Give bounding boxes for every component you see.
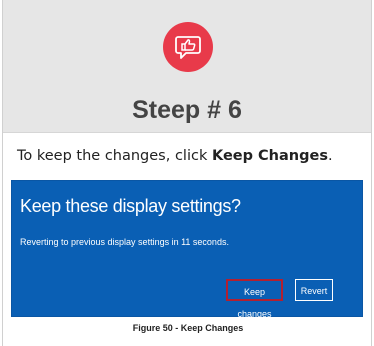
dialog-countdown-text: Reverting to previous display settings i… bbox=[20, 237, 229, 247]
instruction-text: To keep the changes, click Keep Changes. bbox=[17, 148, 374, 164]
step-header: Steep # 6 bbox=[3, 0, 371, 133]
instruction-emphasis: Keep Changes bbox=[211, 148, 328, 164]
instruction-suffix: . bbox=[327, 148, 333, 164]
step-badge bbox=[163, 22, 213, 72]
dialog-title: Keep these display settings? bbox=[20, 196, 241, 216]
display-settings-dialog: Keep these display settings? Reverting t… bbox=[11, 180, 363, 319]
step-title: Steep # 6 bbox=[132, 96, 242, 124]
revert-button[interactable]: Revert bbox=[295, 279, 333, 301]
thumbs-up-speech-bubble-icon bbox=[175, 36, 201, 59]
instruction-prefix: To keep the changes, click bbox=[17, 148, 212, 164]
figure-caption: Figure 50 - Keep Changes bbox=[132, 323, 244, 333]
tutorial-card: Steep # 6 To keep the changes, click Kee… bbox=[2, 0, 372, 346]
keep-changes-button[interactable]: Keep changes bbox=[226, 279, 283, 319]
